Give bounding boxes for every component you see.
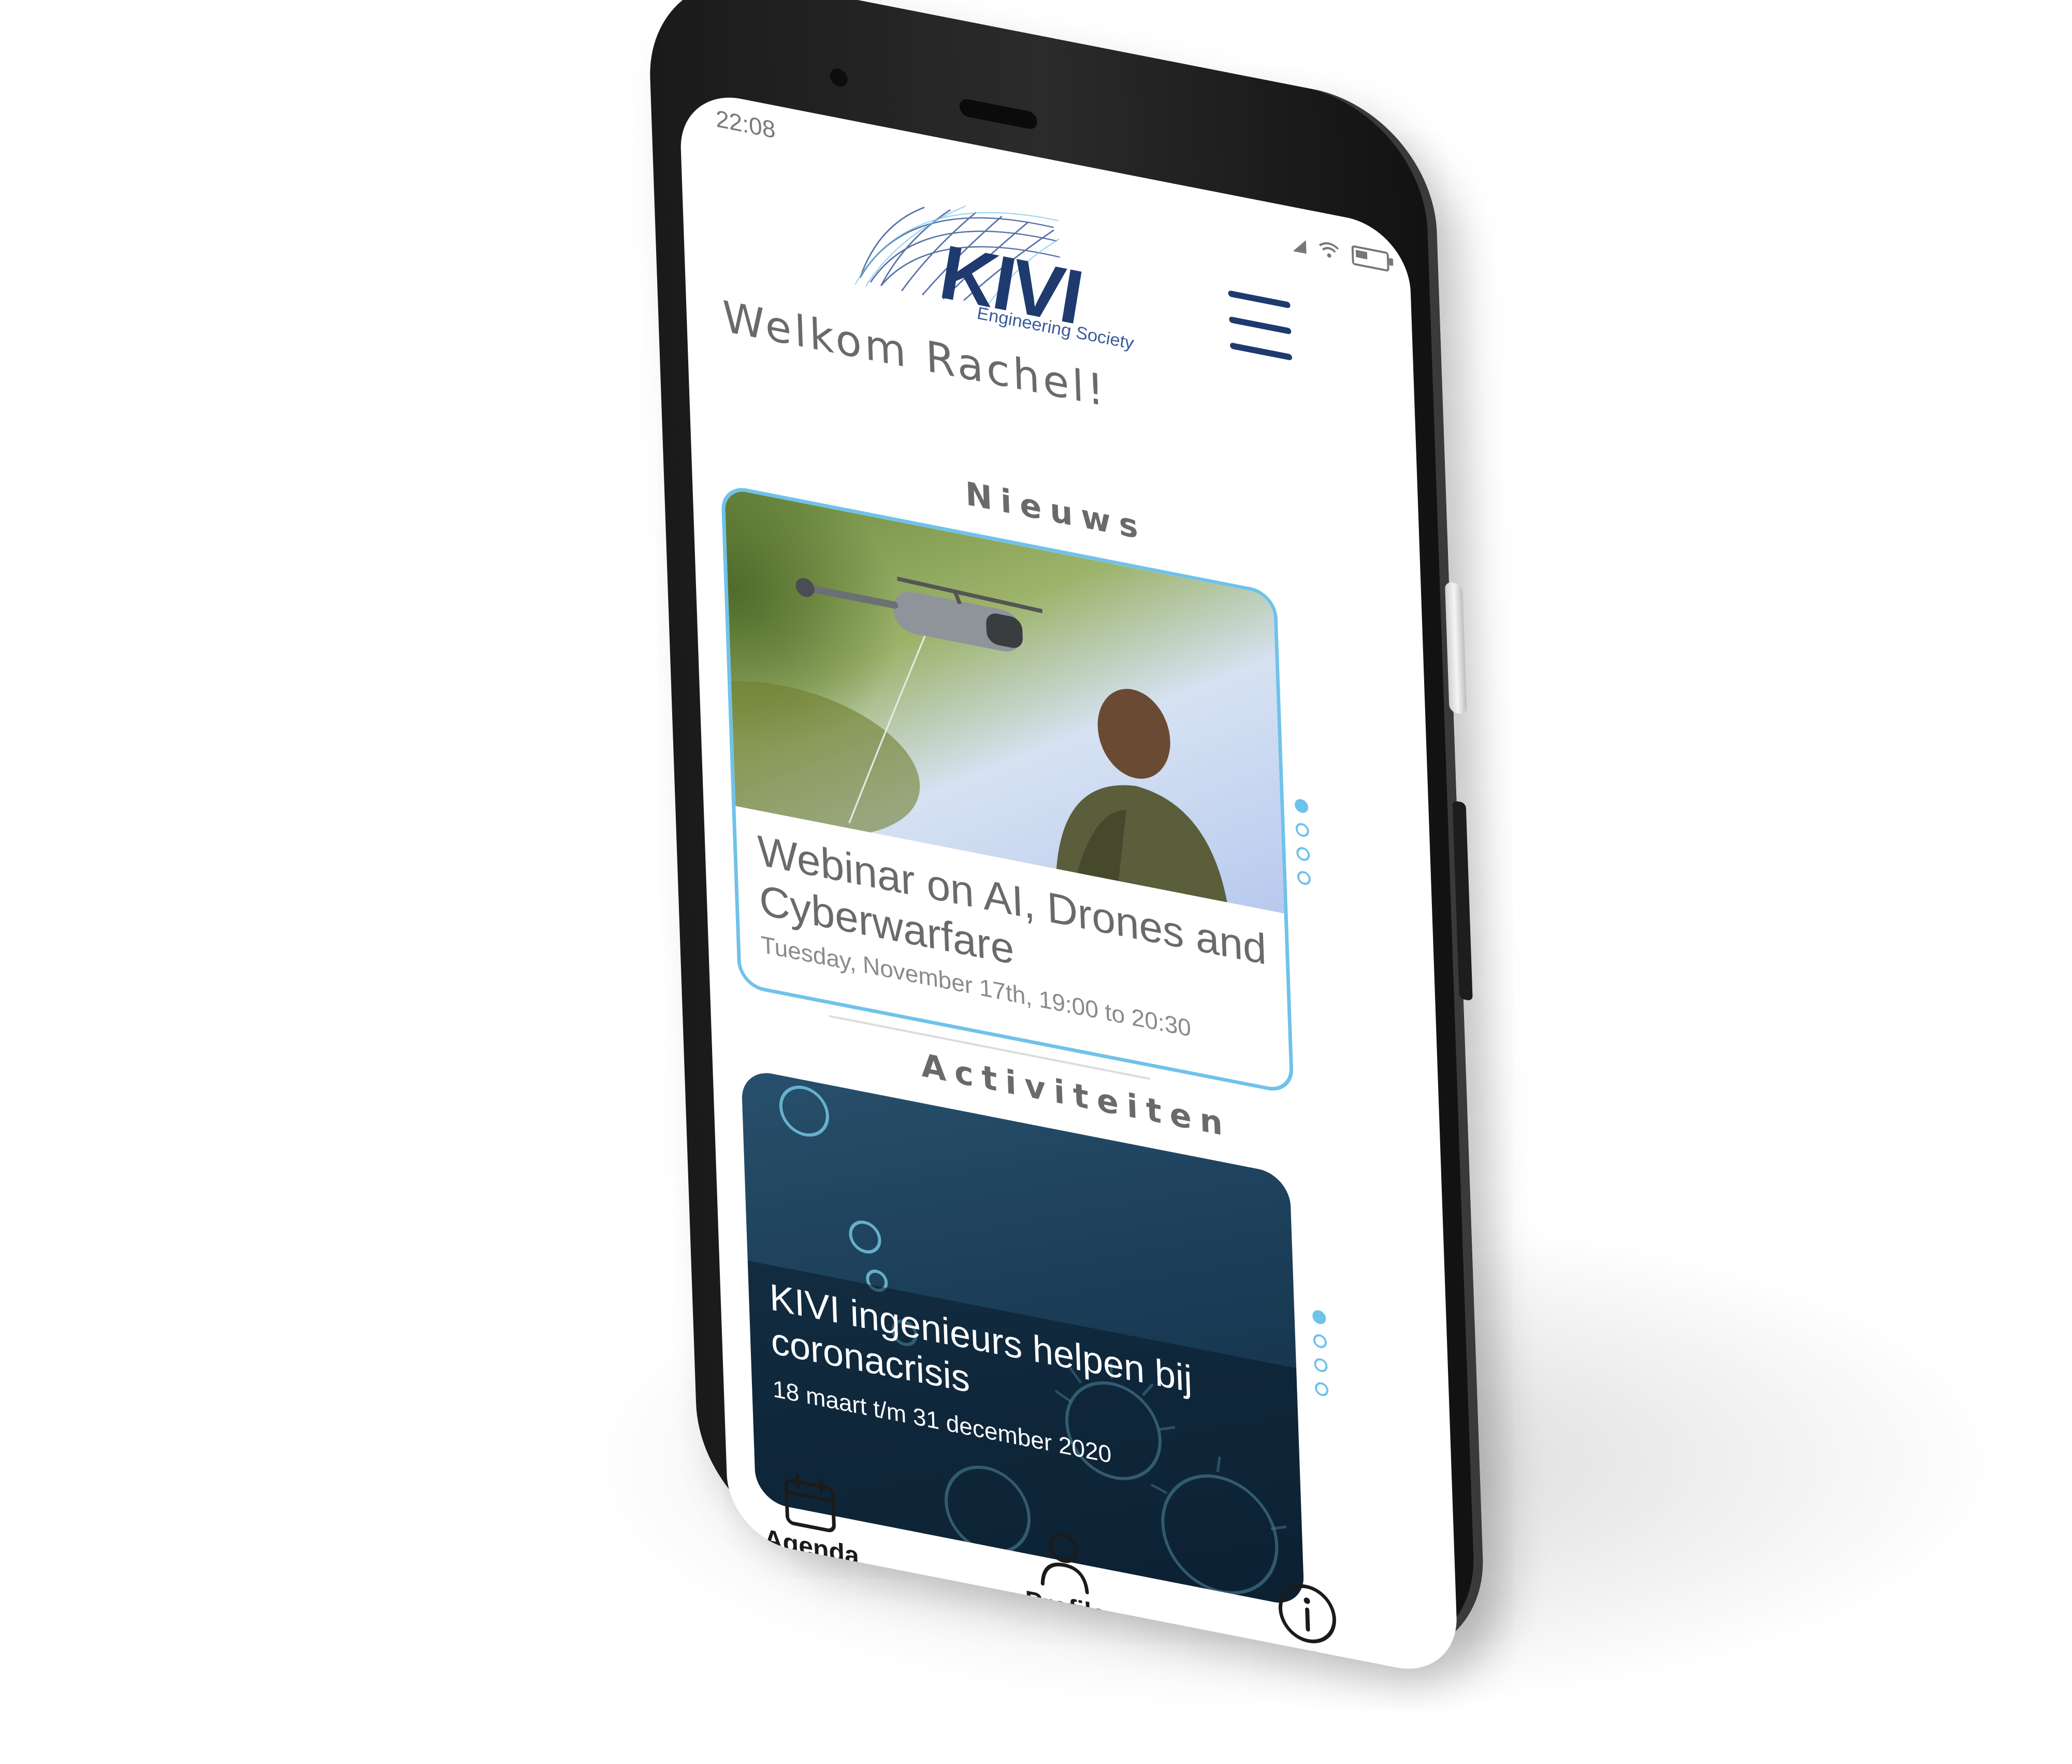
signal-icon: ◢ bbox=[1292, 232, 1307, 256]
front-camera bbox=[830, 67, 848, 89]
person-icon bbox=[1040, 1533, 1089, 1595]
tab-info[interactable]: Info bbox=[1244, 1570, 1371, 1680]
menu-bar-line bbox=[1228, 290, 1291, 309]
carousel-dot[interactable] bbox=[1314, 1357, 1328, 1374]
status-time: 22:08 bbox=[715, 105, 776, 144]
carousel-dot[interactable] bbox=[1297, 870, 1311, 886]
carousel-dot[interactable] bbox=[1313, 1333, 1327, 1349]
menu-bar-line bbox=[1229, 316, 1292, 335]
carousel-dot-active[interactable] bbox=[1294, 798, 1309, 814]
news-carousel-indicator[interactable] bbox=[1294, 798, 1311, 886]
status-icons: ◢ bbox=[1292, 233, 1389, 273]
carousel-dot[interactable] bbox=[1296, 845, 1310, 863]
phone-side-button-lower bbox=[1452, 800, 1473, 1001]
phone-body: 22:08 ◢ KIVI Engineering Society Welkom … bbox=[646, 0, 1487, 1680]
news-card[interactable]: Webinar on AI, Drones and Cyberwarfare T… bbox=[720, 483, 1294, 1096]
menu-bar-line bbox=[1229, 342, 1293, 361]
battery-icon bbox=[1351, 244, 1389, 272]
carousel-dot-active[interactable] bbox=[1312, 1309, 1326, 1325]
phone-side-button bbox=[1444, 581, 1467, 716]
hamburger-menu-button[interactable] bbox=[1228, 290, 1293, 362]
phone-mockup: 22:08 ◢ KIVI Engineering Society Welkom … bbox=[645, 0, 1489, 1740]
phone-earpiece bbox=[959, 97, 1038, 131]
app-screen: 22:08 ◢ KIVI Engineering Society Welkom … bbox=[678, 86, 1459, 1680]
carousel-dot[interactable] bbox=[1295, 822, 1310, 838]
wifi-icon bbox=[1318, 242, 1339, 258]
activity-carousel-indicator[interactable] bbox=[1312, 1309, 1329, 1397]
carousel-dot[interactable] bbox=[1314, 1381, 1329, 1397]
